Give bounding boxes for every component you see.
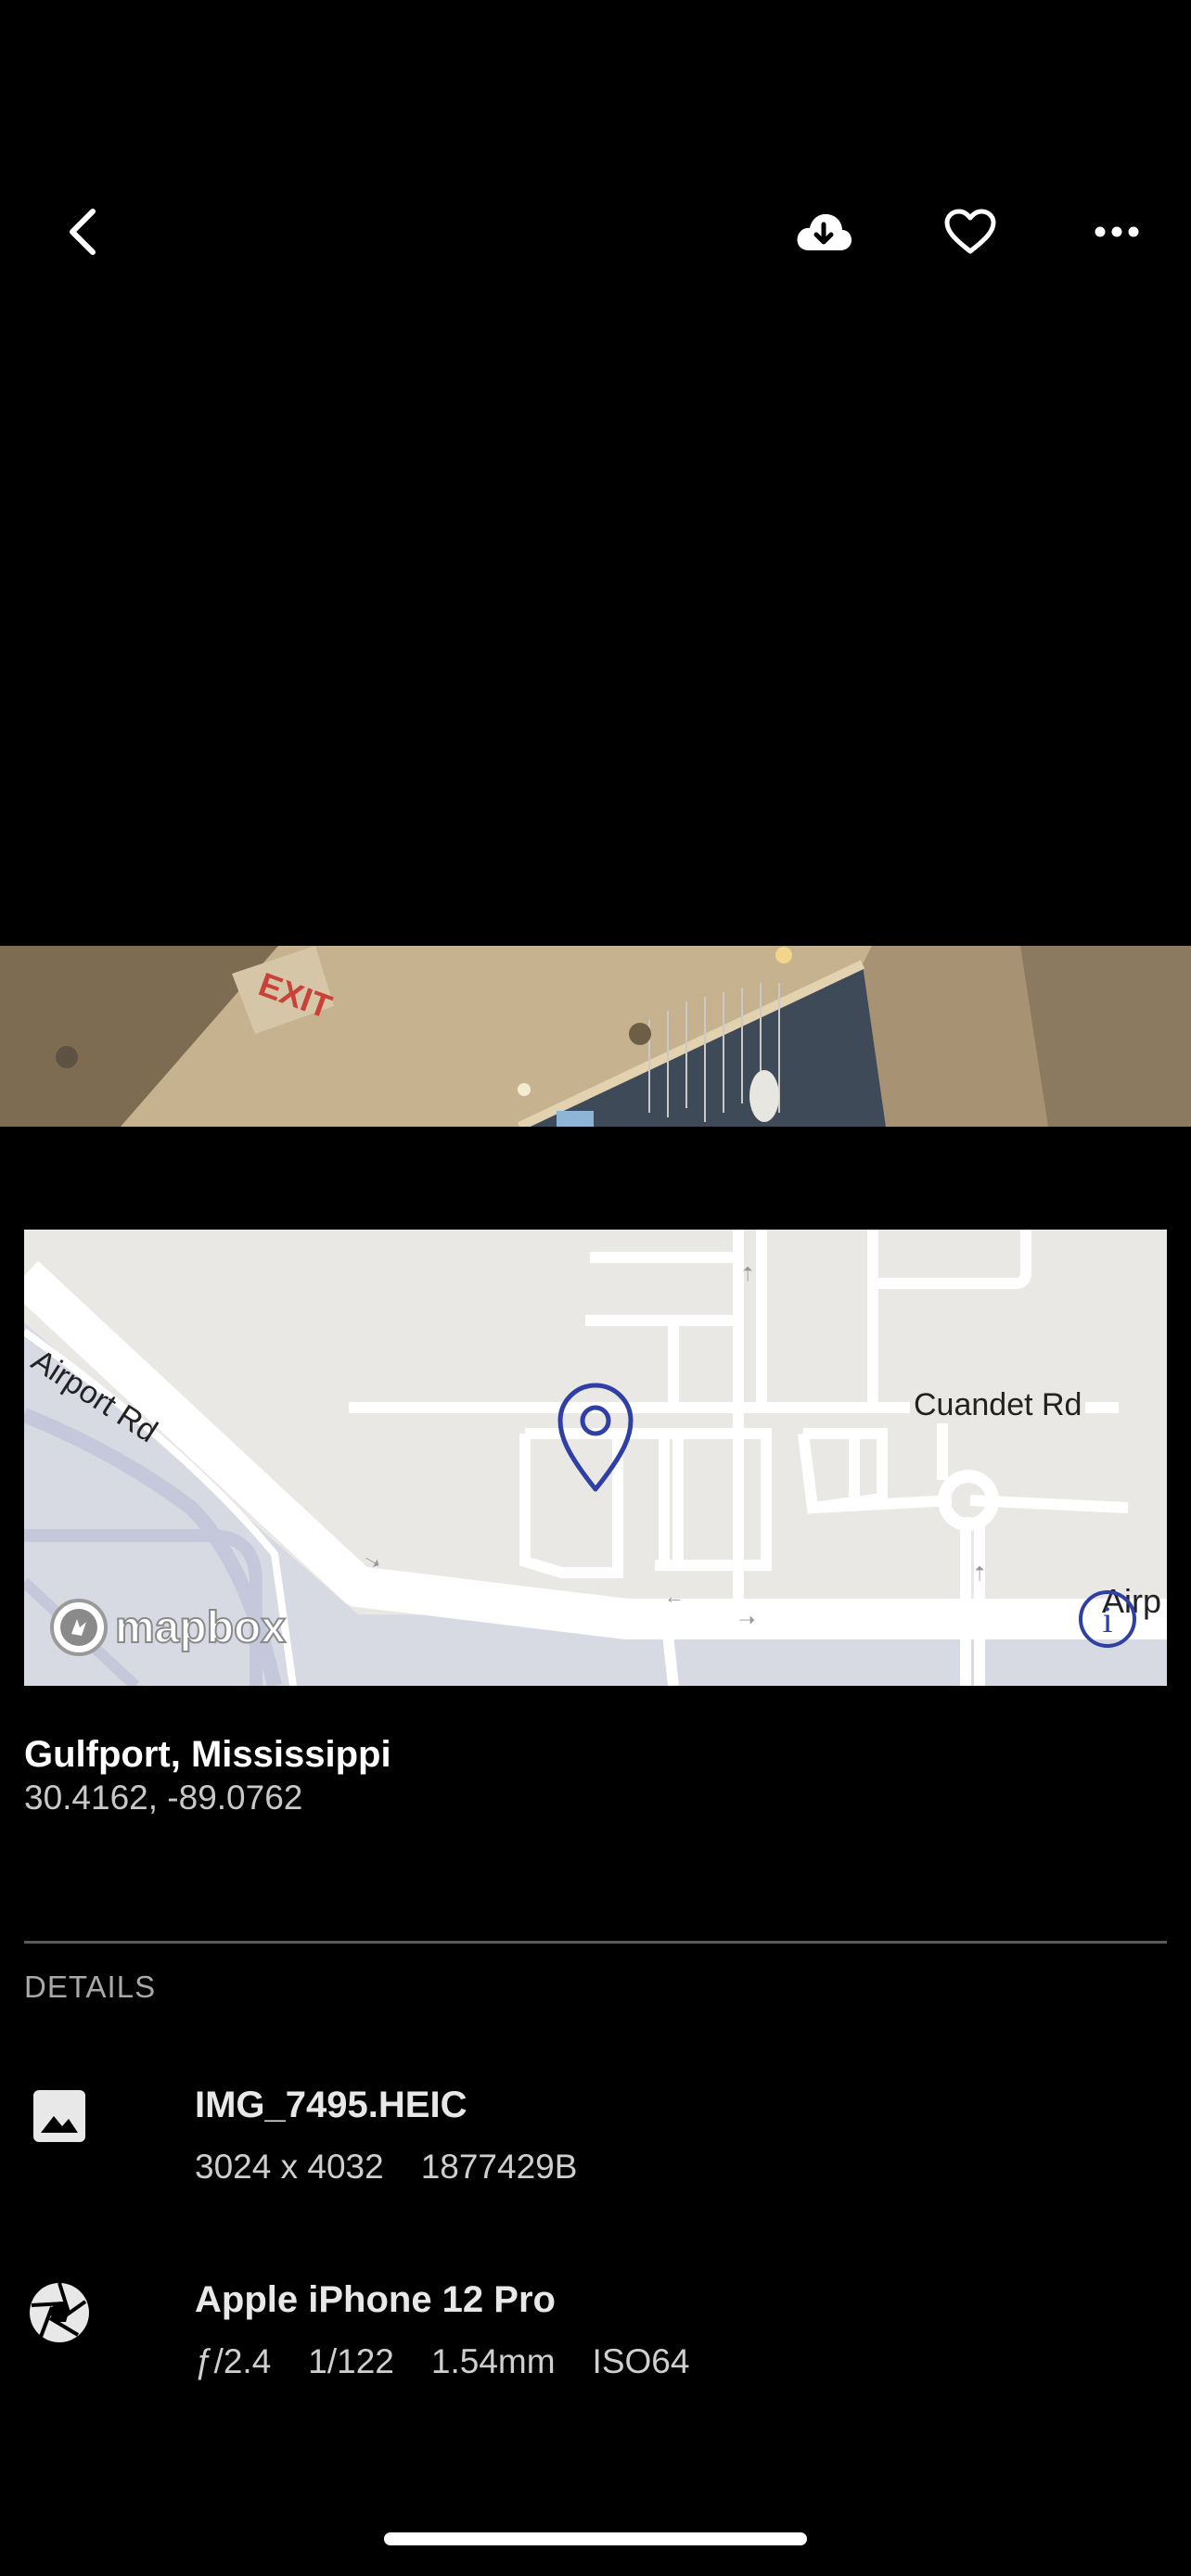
svg-text:i: i: [1102, 1599, 1112, 1640]
aperture-icon: [28, 2281, 91, 2344]
mapbox-logo-icon: [50, 1599, 108, 1656]
location-coordinates: 30.4162, -89.0762: [24, 1779, 303, 1817]
svg-text:➝: ➝: [967, 1565, 991, 1582]
camera-model: Apple iPhone 12 Pro: [195, 2279, 556, 2320]
image-icon: [32, 2088, 87, 2144]
details-header: DETAILS: [24, 1970, 157, 2004]
location-name: Gulfport, Mississippi: [24, 1734, 391, 1775]
home-indicator[interactable]: [384, 2532, 807, 2545]
chevron-left-icon: [70, 209, 96, 255]
download-button[interactable]: [777, 185, 870, 278]
camera-shutter: 1/122: [308, 2342, 394, 2380]
favorite-button[interactable]: [924, 185, 1017, 278]
cloud-download-icon: [797, 213, 852, 250]
file-name: IMG_7495.HEIC: [195, 2085, 467, 2125]
camera-settings: ƒ/2.4 1/122 1.54mm ISO64: [195, 2342, 726, 2381]
file-size: 1877429B: [420, 2148, 578, 2186]
camera-aperture: ƒ/2.4: [195, 2342, 272, 2380]
svg-text:←: ←: [664, 1585, 685, 1608]
camera-iso: ISO64: [592, 2342, 690, 2380]
file-meta: 3024 x 4032 1877429B: [195, 2148, 614, 2187]
file-dimensions: 3024 x 4032: [195, 2148, 384, 2186]
heart-icon: [944, 209, 996, 254]
photo-image: EXIT: [0, 946, 1191, 1127]
camera-focal-length: 1.54mm: [430, 2342, 556, 2380]
photo-preview[interactable]: EXIT: [0, 946, 1191, 1127]
svg-text:➝: ➝: [738, 1608, 755, 1631]
info-icon: i: [1079, 1590, 1136, 1648]
more-horizontal-icon: [1095, 226, 1139, 237]
map-label-cuandet-rd: Cuandet Rd: [910, 1387, 1086, 1423]
location-map[interactable]: ➝ ← ➝ ➝ ➝ Airport Rd Cuandet Rd Airp map…: [24, 1230, 1167, 1686]
svg-text:➝: ➝: [736, 1266, 759, 1282]
mapbox-logo-text: mapbox: [114, 1602, 287, 1653]
map-info-button[interactable]: i: [1078, 1589, 1137, 1649]
back-button[interactable]: [39, 185, 132, 278]
section-divider: [24, 1941, 1167, 1944]
mapbox-logo: mapbox: [48, 1597, 287, 1658]
more-button[interactable]: [1070, 185, 1163, 278]
